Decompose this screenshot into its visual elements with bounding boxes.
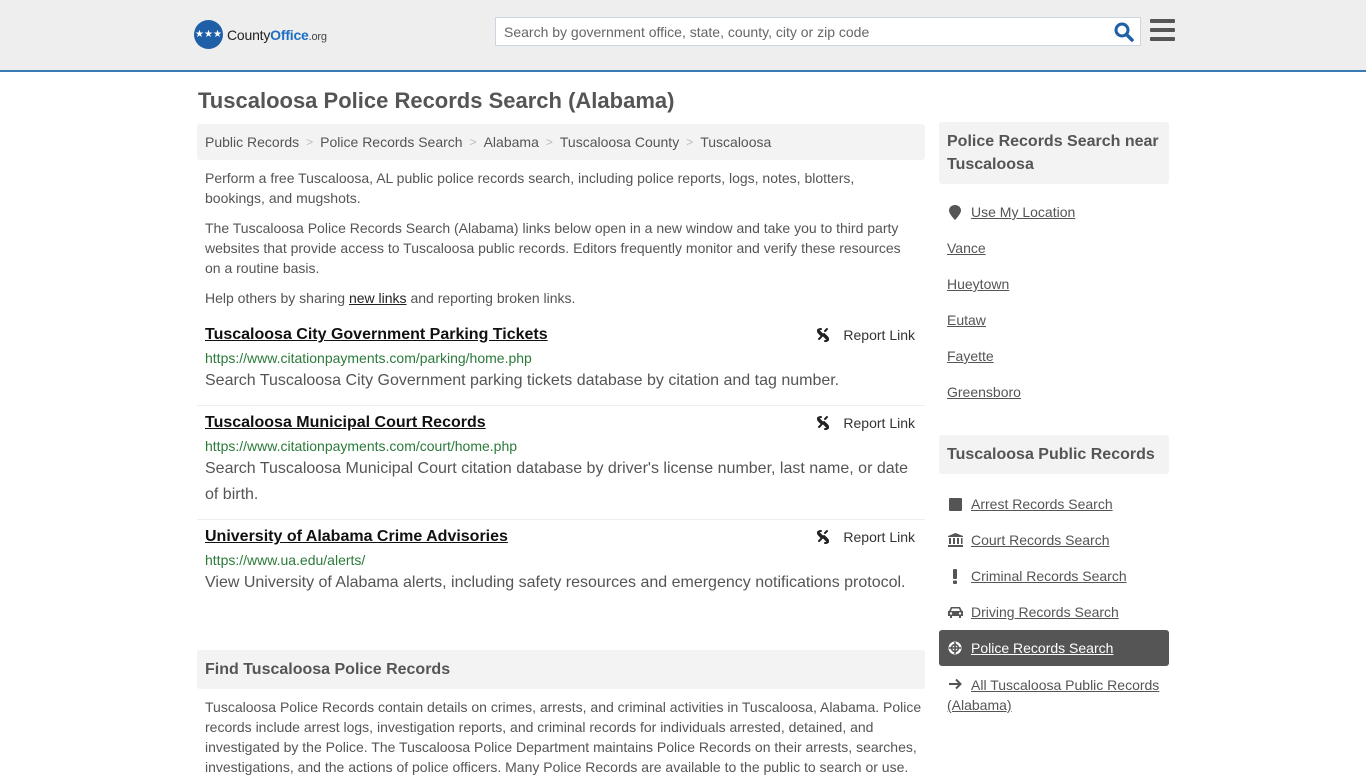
results-list: Tuscaloosa City Government Parking Ticke…	[197, 318, 925, 607]
search-input[interactable]	[496, 18, 1096, 45]
result-url: https://www.ua.edu/alerts/	[205, 552, 366, 568]
sidebar-item-driving-records[interactable]: Driving Records Search	[939, 594, 1169, 630]
sidebar-item-criminal-records[interactable]: Criminal Records Search	[939, 558, 1169, 594]
result-item: Tuscaloosa Municipal Court Records https…	[197, 406, 925, 520]
nearby-heading: Police Records Search near Tuscaloosa	[939, 122, 1169, 184]
result-url: https://www.citationpayments.com/court/h…	[205, 438, 518, 454]
public-records-box: Tuscaloosa Public Records Arrest Records…	[939, 435, 1169, 715]
map-marker-icon	[947, 204, 963, 220]
result-url: https://www.citationpayments.com/parking…	[205, 350, 532, 366]
sidebar-item-all-public-records[interactable]: All Tuscaloosa Public Records (Alabama)	[939, 666, 1169, 715]
search-bar	[495, 17, 1141, 46]
report-link-button[interactable]: Report Link	[815, 529, 915, 545]
site-header: ★★★ CountyOffice.org	[0, 0, 1366, 72]
square-icon	[947, 497, 963, 511]
intro-paragraph-1: Perform a free Tuscaloosa, AL public pol…	[205, 170, 855, 206]
result-title-link[interactable]: Tuscaloosa City Government Parking Ticke…	[205, 326, 548, 344]
nearby-box: Police Records Search near Tuscaloosa Us…	[939, 122, 1169, 410]
broken-link-icon	[817, 530, 830, 544]
search-icon	[1114, 22, 1134, 42]
nearby-place-link[interactable]: Vance	[939, 230, 1169, 266]
sidebar-item-police-records[interactable]: Police Records Search	[939, 630, 1169, 666]
site-logo[interactable]: ★★★ CountyOffice.org	[194, 20, 327, 49]
use-my-location[interactable]: Use My Location	[939, 194, 1169, 230]
sidebar: Police Records Search near Tuscaloosa Us…	[939, 122, 1169, 715]
sidebar-item-arrest-records[interactable]: Arrest Records Search	[939, 486, 1169, 522]
breadcrumb: Public Records > Police Records Search > A…	[197, 124, 925, 160]
nearby-place-link[interactable]: Greensboro	[939, 374, 1169, 410]
arrow-right-icon	[947, 678, 963, 690]
search-button[interactable]	[1114, 22, 1134, 42]
nearby-place-link[interactable]: Hueytown	[939, 266, 1169, 302]
eagle-logo-icon: ★★★	[194, 20, 223, 49]
nearby-place-link[interactable]: Eutaw	[939, 302, 1169, 338]
intro-paragraph-2: The Tuscaloosa Police Records Search (Al…	[205, 220, 901, 276]
public-records-heading: Tuscaloosa Public Records	[939, 435, 1169, 474]
find-section-heading: Find Tuscaloosa Police Records	[197, 650, 925, 689]
report-link-button[interactable]: Report Link	[815, 327, 915, 343]
main-content: Public Records > Police Records Search > A…	[197, 124, 925, 607]
page-title: Tuscaloosa Police Records Search (Alabam…	[198, 88, 675, 113]
breadcrumb-alabama[interactable]: Alabama	[484, 134, 539, 150]
result-title-link[interactable]: Tuscaloosa Municipal Court Records	[205, 414, 486, 432]
hamburger-menu-icon[interactable]	[1150, 19, 1175, 41]
courthouse-icon	[947, 533, 963, 547]
result-description: Search Tuscaloosa Municipal Court citati…	[205, 460, 908, 503]
sidebar-item-court-records[interactable]: Court Records Search	[939, 522, 1169, 558]
exclamation-icon	[947, 568, 963, 584]
car-icon	[947, 606, 963, 618]
breadcrumb-public-records[interactable]: Public Records	[205, 134, 299, 150]
broken-link-icon	[817, 416, 830, 430]
breadcrumb-police-records-search[interactable]: Police Records Search	[320, 134, 462, 150]
logo-text: CountyOffice.org	[227, 26, 327, 43]
result-description: View University of Alabama alerts, inclu…	[205, 574, 906, 591]
result-item: University of Alabama Crime Advisories h…	[197, 520, 925, 607]
crosshair-icon	[947, 641, 963, 655]
intro-text: Perform a free Tuscaloosa, AL public pol…	[197, 160, 925, 308]
result-description: Search Tuscaloosa City Government parkin…	[205, 372, 840, 389]
breadcrumb-current: Tuscaloosa	[700, 134, 772, 150]
nearby-place-link[interactable]: Fayette	[939, 338, 1169, 374]
report-link-button[interactable]: Report Link	[815, 415, 915, 431]
result-item: Tuscaloosa City Government Parking Ticke…	[197, 318, 925, 406]
find-section-text: Tuscaloosa Police Records contain detail…	[205, 699, 922, 775]
intro-paragraph-3: Help others by sharing new links and rep…	[205, 290, 576, 306]
result-title-link[interactable]: University of Alabama Crime Advisories	[205, 528, 508, 546]
new-links-link[interactable]: new links	[349, 290, 407, 306]
breadcrumb-tuscaloosa-county[interactable]: Tuscaloosa County	[560, 134, 679, 150]
broken-link-icon	[817, 328, 830, 342]
